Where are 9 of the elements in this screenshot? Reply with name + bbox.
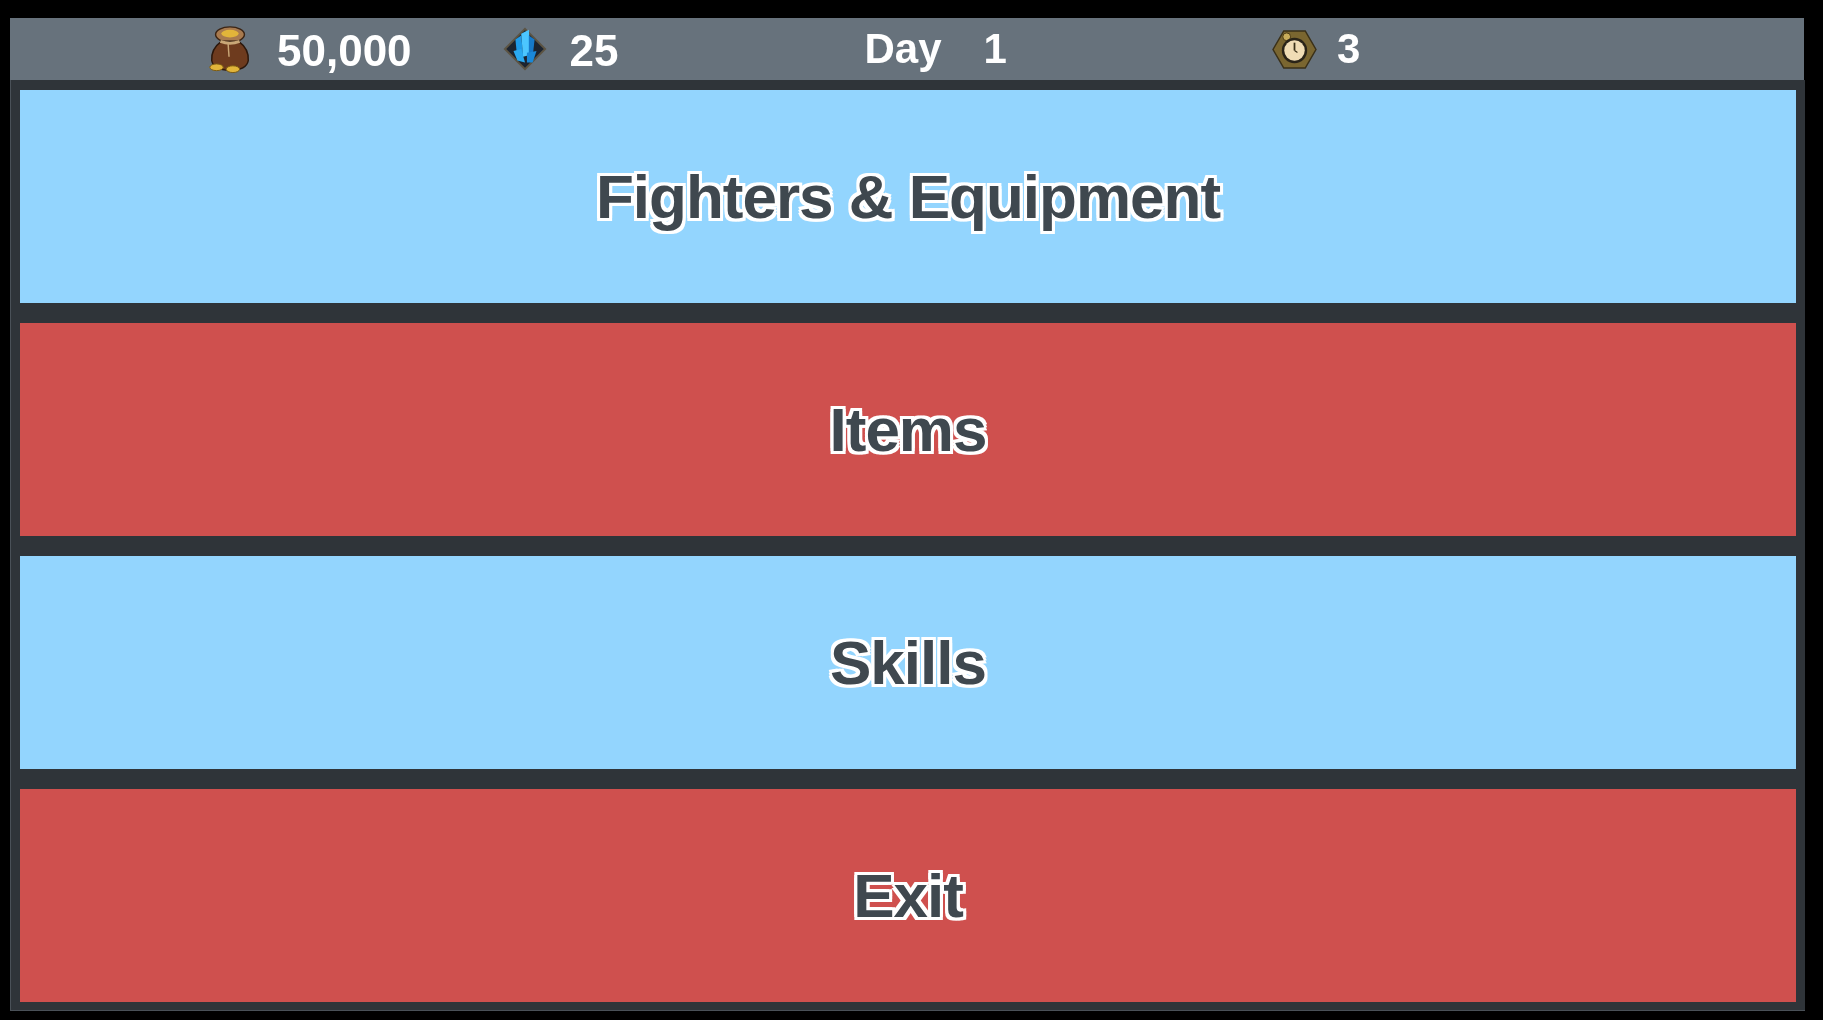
stopwatch-icon [1271,28,1317,70]
day-number: 1 [983,28,1007,70]
menu-button[interactable]: Fighters & Equipment [20,90,1796,303]
gem-count: 25 [569,29,619,73]
menu-button[interactable]: Skills [20,556,1796,769]
day-label: Day [864,28,942,70]
crystal-icon [501,26,548,72]
money-amount: 50,000 [277,29,412,73]
timer-count: 3 [1336,28,1361,70]
